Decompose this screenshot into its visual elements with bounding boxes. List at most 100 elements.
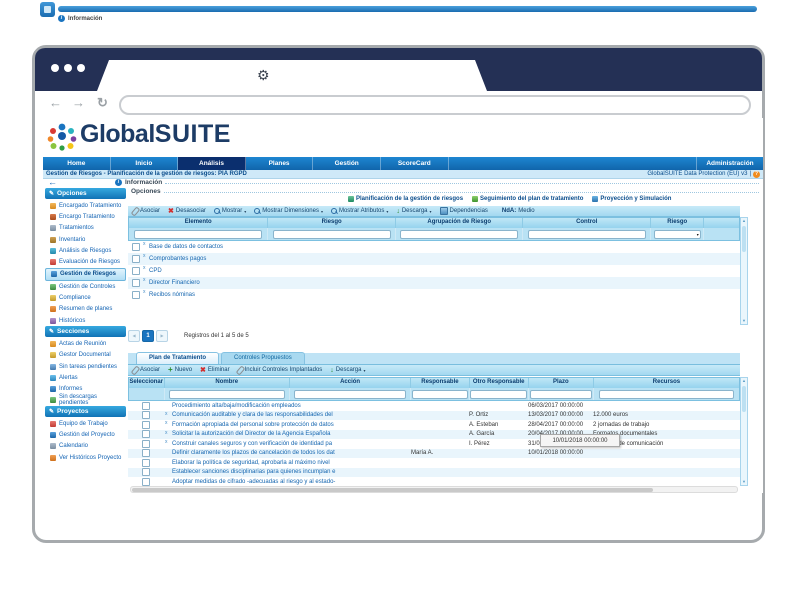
back-icon[interactable]: ← — [49, 95, 62, 110]
descarga-button[interactable]: ↓Descarga▾ — [396, 208, 431, 215]
column-riesgo-nivel[interactable]: Riesgo — [651, 218, 704, 228]
sidebar-section-proyectos[interactable]: ✎ Proyectos — [45, 406, 126, 417]
row-checkbox[interactable] — [142, 402, 150, 410]
column-otro-responsable[interactable]: Otro Responsable — [470, 378, 529, 388]
sidebar-item-gestion-proyecto[interactable]: Gestión del Proyecto — [43, 429, 128, 440]
sidebar-item-informes[interactable]: Informes — [43, 383, 128, 394]
table-row[interactable]: xCPD — [128, 265, 740, 277]
url-bar[interactable] — [119, 95, 751, 115]
row-checkbox[interactable] — [142, 440, 150, 448]
browser-tab[interactable]: ⚙ — [97, 60, 487, 91]
asociar-button[interactable]: Asociar — [133, 366, 160, 375]
opciones-legend[interactable]: Opciones — [131, 188, 759, 195]
sidebar-item-ver-historicos[interactable]: Ver Históricos Proyecto — [43, 452, 128, 463]
sidebar-item-inventario[interactable]: Inventario — [43, 234, 128, 245]
row-checkbox[interactable] — [132, 267, 140, 275]
expand-icon[interactable]: x — [165, 439, 168, 445]
row-checkbox[interactable] — [142, 421, 150, 429]
row-checkbox[interactable] — [132, 255, 140, 263]
current-page-button[interactable]: 1 — [142, 330, 154, 342]
row-checkbox[interactable] — [142, 478, 150, 486]
sidebar-item-evaluacion-riesgos[interactable]: Evaluación de Riesgos — [43, 256, 128, 267]
nuevo-button[interactable]: +Nuevo — [168, 366, 192, 374]
asociar-button[interactable]: Asociar — [133, 207, 160, 216]
tab-home[interactable]: Home — [43, 157, 111, 170]
filter-plazo[interactable] — [530, 390, 592, 399]
column-plazo[interactable]: Plazo — [529, 378, 594, 388]
sidebar-item-calendario[interactable]: Calendario — [43, 441, 128, 452]
mostrar-button[interactable]: Mostrar▾ — [214, 208, 246, 214]
expand-icon[interactable]: x — [165, 411, 168, 417]
sidebar-section-secciones[interactable]: ✎ Secciones — [45, 326, 126, 337]
tab-gestion[interactable]: Gestión — [313, 157, 381, 170]
scroll-down-icon[interactable]: ▼ — [741, 318, 747, 324]
row-checkbox[interactable] — [132, 243, 140, 251]
filter-otro-responsable[interactable] — [470, 390, 526, 399]
row-checkbox[interactable] — [132, 291, 140, 299]
row-checkbox[interactable] — [142, 459, 150, 467]
eliminar-button[interactable]: ✖Eliminar — [200, 367, 230, 374]
row-checkbox[interactable] — [142, 430, 150, 438]
filter-accion[interactable] — [294, 390, 406, 399]
expand-icon[interactable]: x — [143, 253, 146, 259]
filter-recursos[interactable] — [599, 390, 734, 399]
filter-control[interactable] — [528, 230, 646, 239]
scroll-down-icon[interactable]: ▼ — [741, 479, 747, 485]
sidebar-item-resumen-planes[interactable]: Resumen de planes — [43, 304, 128, 315]
prev-page-button[interactable]: ◀ — [128, 330, 140, 342]
sidebar-section-opciones[interactable]: ✎ Opciones — [45, 188, 126, 199]
expand-icon[interactable]: x — [143, 241, 146, 247]
scrollbar-thumb[interactable] — [132, 488, 653, 492]
column-elemento[interactable]: Elemento — [129, 218, 268, 228]
column-agrupacion[interactable]: Agrupación de Riesgo — [396, 218, 524, 228]
next-page-button[interactable]: ▶ — [156, 330, 168, 342]
column-control[interactable]: Control — [523, 218, 651, 228]
filter-riesgo-select[interactable]: ▾ — [654, 230, 701, 239]
scroll-up-icon[interactable]: ▲ — [741, 218, 747, 224]
expand-icon[interactable]: x — [143, 265, 146, 271]
column-recursos[interactable]: Recursos — [594, 378, 739, 388]
incluir-controles-button[interactable]: Incluir Controles Implantados — [238, 366, 323, 375]
expand-icon[interactable]: x — [143, 289, 146, 295]
vertical-scrollbar[interactable]: ▲ ▼ — [740, 217, 748, 325]
desasociar-button[interactable]: ✖Desasociar — [168, 208, 206, 215]
row-checkbox[interactable] — [142, 449, 150, 457]
table-row[interactable]: xConstruir canales seguros y con verific… — [128, 439, 740, 449]
sidebar-item-gestion-controles[interactable]: Gestión de Controles — [43, 281, 128, 292]
help-icon[interactable]: ? — [753, 171, 760, 178]
expand-icon[interactable]: x — [143, 277, 146, 283]
filter-agrupacion[interactable] — [400, 230, 518, 239]
filter-elemento[interactable] — [134, 230, 263, 239]
table-row[interactable]: xFormación apropiada del personal sobre … — [128, 420, 740, 430]
column-nombre[interactable]: Nombre — [165, 378, 290, 388]
filter-nombre[interactable] — [169, 390, 285, 399]
table-row[interactable]: xComprobantes pagos — [128, 253, 740, 265]
link-seguimiento[interactable]: Seguimiento del plan de tratamiento — [472, 196, 583, 202]
table-row[interactable]: Procedimiento alta/baja/modificación emp… — [128, 401, 740, 411]
table-row[interactable]: xComunicación auditable y clara de las r… — [128, 411, 740, 421]
filter-riesgo[interactable] — [273, 230, 391, 239]
back-arrow-icon[interactable]: ← — [48, 178, 57, 187]
dependencias-button[interactable]: Dependencias — [440, 207, 488, 215]
sidebar-item-tareas-pendientes[interactable]: Sin tareas pendientes — [43, 361, 128, 372]
table-row[interactable]: Establecer sanciones disciplinarias para… — [128, 468, 740, 478]
column-riesgo[interactable]: Riesgo — [268, 218, 396, 228]
vertical-scrollbar[interactable]: ▲ ▼ — [740, 377, 748, 486]
sidebar-item-analisis-riesgos[interactable]: Análisis de Riesgos — [43, 245, 128, 256]
horizontal-scrollbar[interactable] — [130, 486, 738, 493]
row-checkbox[interactable] — [132, 279, 140, 287]
tab-controles-propuestos[interactable]: Controles Propuestos — [221, 352, 305, 364]
column-responsable[interactable]: Responsable — [411, 378, 469, 388]
link-proyeccion[interactable]: Proyección y Simulación — [592, 196, 671, 202]
sidebar-item-descargas-pendientes[interactable]: Sin descargas pendientes — [43, 395, 128, 406]
expand-icon[interactable]: x — [165, 420, 168, 426]
tab-analisis[interactable]: Análisis — [178, 157, 246, 170]
table-row[interactable]: Elaborar la política de seguridad, aprob… — [128, 458, 740, 468]
informacion-legend[interactable]: i Información — [115, 179, 759, 186]
expand-icon[interactable]: x — [165, 430, 168, 436]
sidebar-item-equipo-trabajo[interactable]: Equipo de Trabajo — [43, 418, 128, 429]
table-row[interactable]: Definir claramente los plazos de cancela… — [128, 449, 740, 459]
link-planificacion[interactable]: Planificación de la gestión de riesgos — [348, 196, 463, 202]
table-row[interactable]: xRecibos nóminas — [128, 289, 740, 301]
descarga-button[interactable]: ↓Descarga▾ — [330, 367, 365, 374]
